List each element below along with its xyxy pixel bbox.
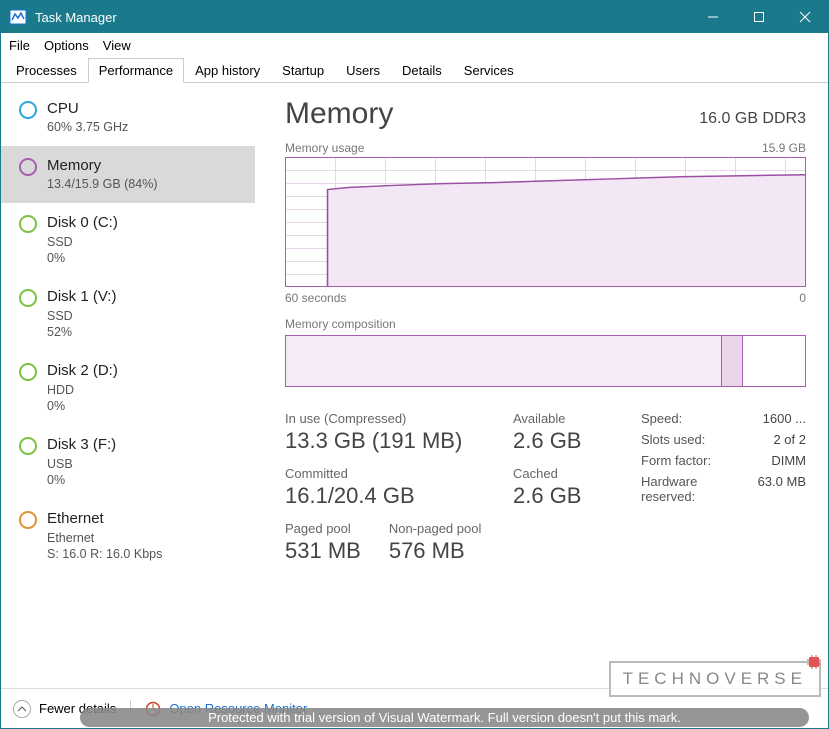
- cached-value: 2.6 GB: [513, 483, 633, 509]
- reserved-label: Hardware reserved:: [641, 474, 746, 504]
- resource-icon: [19, 363, 37, 381]
- hardware-stats: Speed: 1600 ... Slots used: 2 of 2 Form fa…: [641, 411, 806, 576]
- chart-label-right: 15.9 GB: [762, 141, 806, 155]
- sidebar-item-title: Disk 3 (F:): [47, 435, 116, 455]
- available-value: 2.6 GB: [513, 428, 633, 454]
- tab-performance[interactable]: Performance: [88, 58, 184, 83]
- tab-app-history[interactable]: App history: [184, 58, 271, 83]
- sidebar-item-sub: SSD: [47, 308, 116, 325]
- close-button[interactable]: [782, 1, 828, 33]
- sidebar-item-title: Disk 1 (V:): [47, 287, 116, 307]
- sidebar-item-sub: HDD: [47, 382, 118, 399]
- sidebar-item-cpu[interactable]: CPU60% 3.75 GHz: [1, 89, 255, 146]
- maximize-button[interactable]: [736, 1, 782, 33]
- sidebar-item-sub: 0%: [47, 472, 116, 489]
- sidebar-item-title: Ethernet: [47, 509, 162, 529]
- sidebar-item-title: Memory: [47, 156, 157, 176]
- paged-value: 531 MB: [285, 538, 361, 564]
- sidebar-item-title: CPU: [47, 99, 128, 119]
- sidebar-item-sub: 0%: [47, 250, 118, 267]
- chip-icon: [805, 653, 823, 671]
- tabs: Processes Performance App history Startu…: [1, 57, 828, 83]
- committed-label: Committed: [285, 466, 505, 481]
- sidebar-item-title: Disk 2 (D:): [47, 361, 118, 381]
- sidebar-item-title: Disk 0 (C:): [47, 213, 118, 233]
- window-title: Task Manager: [35, 10, 690, 25]
- sidebar-item-disk-2-d-[interactable]: Disk 2 (D:)HDD0%: [1, 351, 255, 425]
- time-left: 60 seconds: [285, 291, 346, 305]
- resource-icon: [19, 158, 37, 176]
- speed-label: Speed:: [641, 411, 746, 426]
- watermark-notice: Protected with trial version of Visual W…: [80, 708, 809, 727]
- sidebar-item-disk-3-f-[interactable]: Disk 3 (F:)USB0%: [1, 425, 255, 499]
- available-label: Available: [513, 411, 633, 426]
- sidebar-item-sub: SSD: [47, 234, 118, 251]
- sidebar-item-sub: 52%: [47, 324, 116, 341]
- sidebar-item-sub: 13.4/15.9 GB (84%): [47, 176, 157, 193]
- tab-users[interactable]: Users: [335, 58, 391, 83]
- cached-label: Cached: [513, 466, 633, 481]
- tab-processes[interactable]: Processes: [5, 58, 88, 83]
- menu-options[interactable]: Options: [44, 38, 89, 53]
- resource-icon: [19, 437, 37, 455]
- nonpaged-value: 576 MB: [389, 538, 482, 564]
- sidebar-item-disk-0-c-[interactable]: Disk 0 (C:)SSD0%: [1, 203, 255, 277]
- titlebar[interactable]: Task Manager: [1, 1, 828, 33]
- sidebar-item-memory[interactable]: Memory13.4/15.9 GB (84%): [1, 146, 255, 203]
- memory-usage-chart: [285, 157, 806, 287]
- sidebar-item-ethernet[interactable]: EthernetEthernetS: 16.0 R: 16.0 Kbps: [1, 499, 255, 573]
- in-use-label: In use (Compressed): [285, 411, 505, 426]
- resource-icon: [19, 511, 37, 529]
- resource-icon: [19, 101, 37, 119]
- sidebar-item-sub: S: 16.0 R: 16.0 Kbps: [47, 546, 162, 563]
- menu-file[interactable]: File: [9, 38, 30, 53]
- resource-icon: [19, 215, 37, 233]
- in-use-value: 13.3 GB (191 MB): [285, 428, 505, 454]
- memory-composition-chart: [285, 335, 806, 387]
- main-panel: Memory 16.0 GB DDR3 Memory usage 15.9 GB…: [255, 83, 828, 688]
- speed-value: 1600 ...: [758, 411, 806, 426]
- form-value: DIMM: [758, 453, 806, 468]
- chevron-up-icon[interactable]: [13, 700, 31, 718]
- menu-view[interactable]: View: [103, 38, 131, 53]
- form-label: Form factor:: [641, 453, 746, 468]
- reserved-value: 63.0 MB: [758, 474, 806, 504]
- sidebar[interactable]: CPU60% 3.75 GHzMemory13.4/15.9 GB (84%)D…: [1, 83, 255, 688]
- sidebar-item-sub: Ethernet: [47, 530, 162, 547]
- paged-label: Paged pool: [285, 521, 361, 536]
- sidebar-item-sub: 60% 3.75 GHz: [47, 119, 128, 136]
- task-manager-icon: [9, 8, 27, 26]
- sidebar-item-disk-1-v-[interactable]: Disk 1 (V:)SSD52%: [1, 277, 255, 351]
- tab-startup[interactable]: Startup: [271, 58, 335, 83]
- time-right: 0: [799, 291, 806, 305]
- watermark-brand: TECHNOVERSE: [609, 661, 821, 697]
- menubar: File Options View: [1, 33, 828, 57]
- resource-icon: [19, 289, 37, 307]
- nonpaged-label: Non-paged pool: [389, 521, 482, 536]
- slots-label: Slots used:: [641, 432, 746, 447]
- minimize-button[interactable]: [690, 1, 736, 33]
- page-title: Memory: [285, 97, 393, 131]
- slots-value: 2 of 2: [758, 432, 806, 447]
- sidebar-item-sub: 0%: [47, 398, 118, 415]
- sidebar-item-sub: USB: [47, 456, 116, 473]
- memory-total: 16.0 GB DDR3: [699, 110, 806, 128]
- tab-details[interactable]: Details: [391, 58, 453, 83]
- composition-label: Memory composition: [285, 317, 806, 331]
- committed-value: 16.1/20.4 GB: [285, 483, 505, 509]
- chart-label-left: Memory usage: [285, 141, 364, 155]
- tab-services[interactable]: Services: [453, 58, 525, 83]
